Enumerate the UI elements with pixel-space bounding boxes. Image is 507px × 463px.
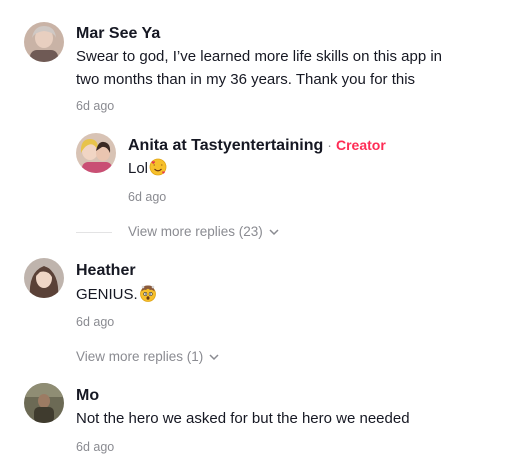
- comment-text-content: GENIUS.: [76, 286, 138, 303]
- reply-timestamp: 6d ago: [128, 190, 167, 204]
- separator-dot: ·: [327, 137, 332, 153]
- view-more-divider: [76, 232, 112, 233]
- comment-text: GENIUS.: [76, 284, 157, 309]
- comment-timestamp: 6d ago: [76, 315, 115, 329]
- avatar-image: [76, 133, 116, 173]
- avatar-image: [24, 258, 64, 298]
- comment-text-line: Swear to god, I’ve learned more life ski…: [76, 48, 443, 65]
- avatar[interactable]: [24, 258, 64, 298]
- creator-badge: Creator: [335, 137, 386, 153]
- comment-timestamp: 6d ago: [76, 440, 115, 454]
- avatar-image: [24, 383, 64, 423]
- chevron-down-icon: [269, 223, 279, 241]
- view-more-replies-button[interactable]: View more replies (1): [76, 348, 219, 366]
- comment-author[interactable]: Mo: [76, 386, 99, 406]
- reply-author-line: Anita at Tastyentertaining · Creator: [128, 135, 386, 156]
- avatar[interactable]: [24, 22, 64, 62]
- comment-text-line: two months than in my 36 years. Thank yo…: [76, 71, 416, 88]
- chevron-down-icon: [209, 348, 219, 366]
- avatar[interactable]: [76, 133, 116, 173]
- comment-author[interactable]: Mar See Ya: [76, 24, 160, 44]
- smiling-face-with-hearts-icon: [149, 158, 167, 183]
- reply-text-content: Lol: [128, 160, 149, 177]
- view-more-replies-button[interactable]: View more replies (23): [128, 223, 279, 241]
- comment-author[interactable]: Heather: [76, 261, 136, 281]
- reply-author[interactable]: Anita at Tastyentertaining: [128, 137, 323, 154]
- comment-timestamp: 6d ago: [76, 99, 115, 113]
- avatar-image: [24, 22, 64, 62]
- comment-text: Not the hero we asked for but the hero w…: [76, 410, 410, 427]
- view-more-label: View more replies (23): [128, 224, 263, 239]
- avatar[interactable]: [24, 383, 64, 423]
- exploding-head-icon: [139, 284, 157, 309]
- reply-text: Lol: [128, 158, 167, 183]
- view-more-label: View more replies (1): [76, 349, 204, 364]
